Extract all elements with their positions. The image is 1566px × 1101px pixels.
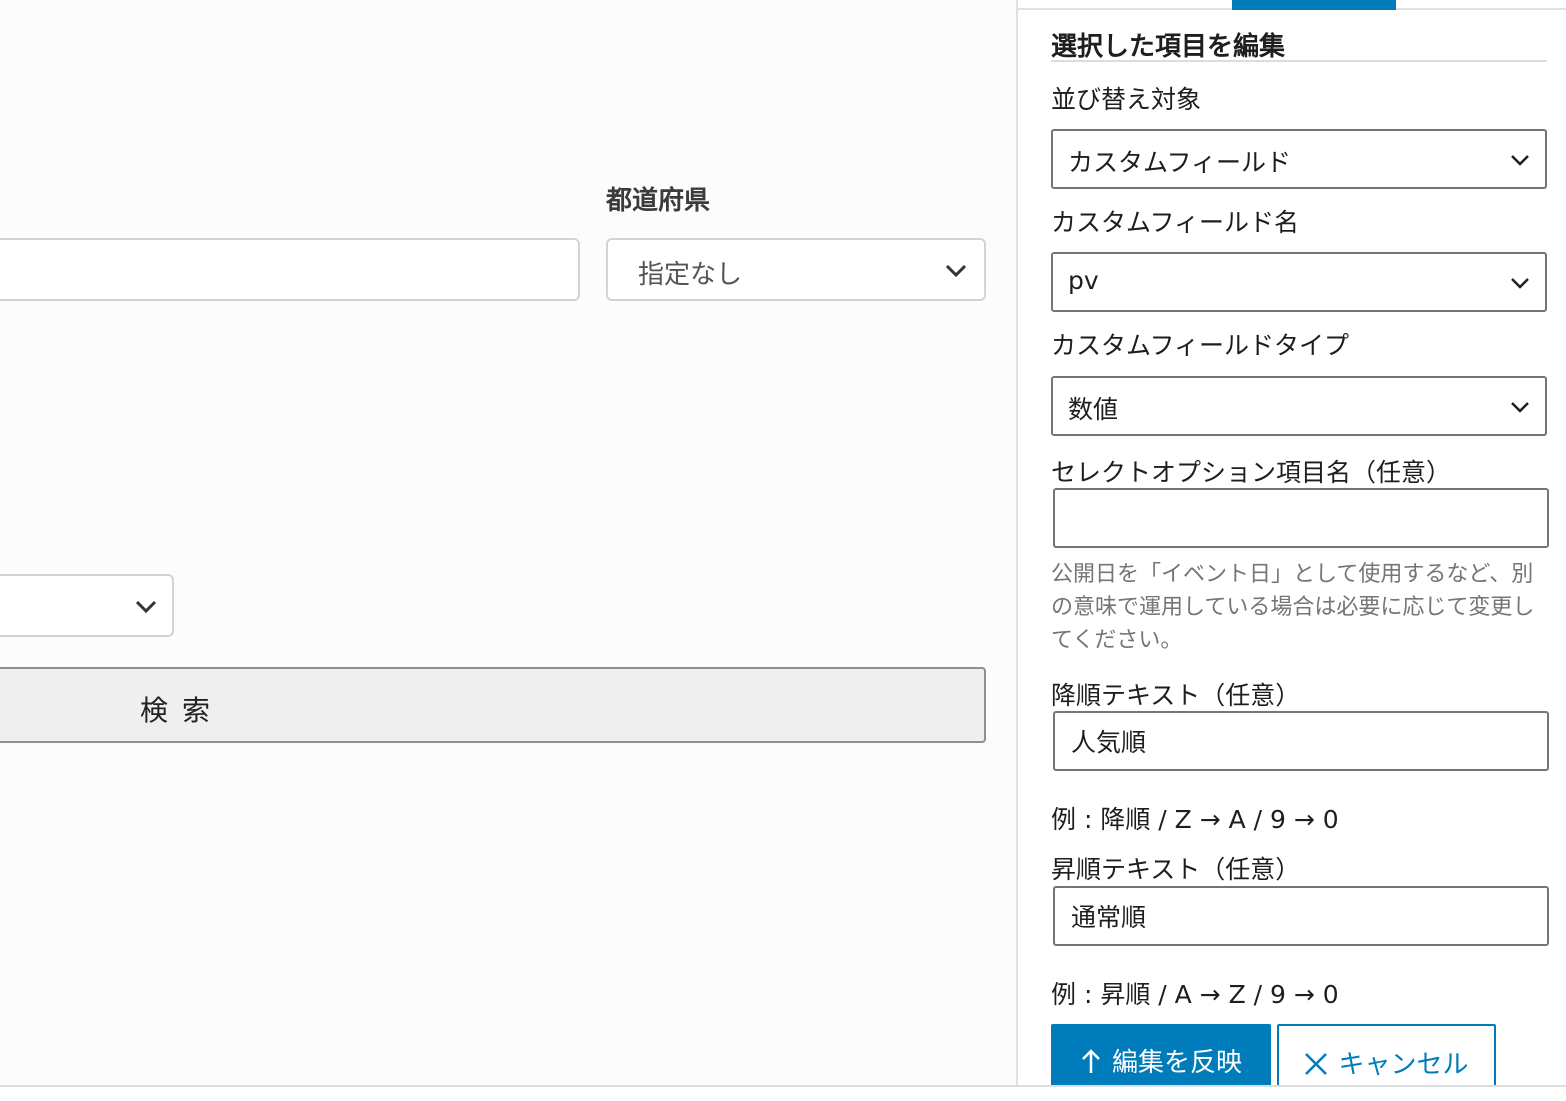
cancel-label: キャンセル [1338,1050,1469,1080]
field-name-value: pv [1068,266,1099,295]
active-tab-indicator[interactable] [1232,0,1396,10]
search-button-label: 検索 [139,694,224,727]
field-name-select[interactable]: pv [1051,252,1547,312]
asc-text-input[interactable] [1053,886,1549,946]
prefecture-label: 都道府県 [606,186,711,216]
desc-text-label: 降順テキスト（任意） [1051,681,1301,710]
chevron-down-icon [135,600,157,614]
field-type-select[interactable]: 数値 [1051,376,1547,436]
settings-sidebar: 選択した項目を編集 並び替え対象 カスタムフィールド カスタムフィールド名 pv… [1016,0,1566,1094]
chevron-down-icon [1511,155,1529,166]
arrow-up-icon [1082,1049,1100,1073]
panel-title: 選択した項目を編集 [1051,32,1286,62]
field-type-value: 数値 [1068,395,1119,424]
asc-text-example: 例 : 昇順 / A → Z / 9 → 0 [1051,980,1339,1009]
desc-text-example: 例 : 降順 / Z → A / 9 → 0 [1051,805,1339,834]
sort-target-value: カスタムフィールド [1068,148,1292,177]
divider [1051,60,1547,62]
sort-target-select[interactable]: カスタムフィールド [1051,129,1547,189]
field-type-label: カスタムフィールドタイプ [1051,331,1350,360]
asc-text-label: 昇順テキスト（任意） [1051,855,1301,884]
option-name-input[interactable] [1053,488,1549,548]
field-name-label: カスタムフィールド名 [1051,208,1300,237]
editor-screen: 都道府県 指定なし 検索 選択した項目を編集 並び替え対象 カスタムフィールド [0,0,1566,1101]
prefecture-select-value: 指定なし [638,260,743,290]
option-name-help: 公開日を「イベント日」として使用するなど、別の意味で運用している場合は必要に応じ… [1051,562,1535,653]
apply-edit-button[interactable]: 編集を反映 [1051,1024,1271,1094]
chevron-down-icon [1511,402,1529,413]
close-icon [1305,1053,1328,1075]
block-editor-canvas: 都道府県 指定なし 検索 [0,0,1016,1085]
sort-target-label: 並び替え対象 [1051,85,1202,114]
filter-select[interactable] [0,574,174,637]
search-button[interactable]: 検索 [0,667,986,743]
apply-edit-label: 編集を反映 [1111,1048,1242,1078]
desc-text-input[interactable] [1053,711,1549,771]
chevron-down-icon [1511,278,1529,289]
chevron-down-icon [945,264,967,278]
option-name-label: セレクトオプション項目名（任意） [1051,458,1452,487]
keyword-input[interactable] [0,238,580,301]
status-bar [0,1085,1566,1101]
cancel-button[interactable]: キャンセル [1277,1024,1496,1094]
prefecture-select[interactable]: 指定なし [606,238,986,301]
